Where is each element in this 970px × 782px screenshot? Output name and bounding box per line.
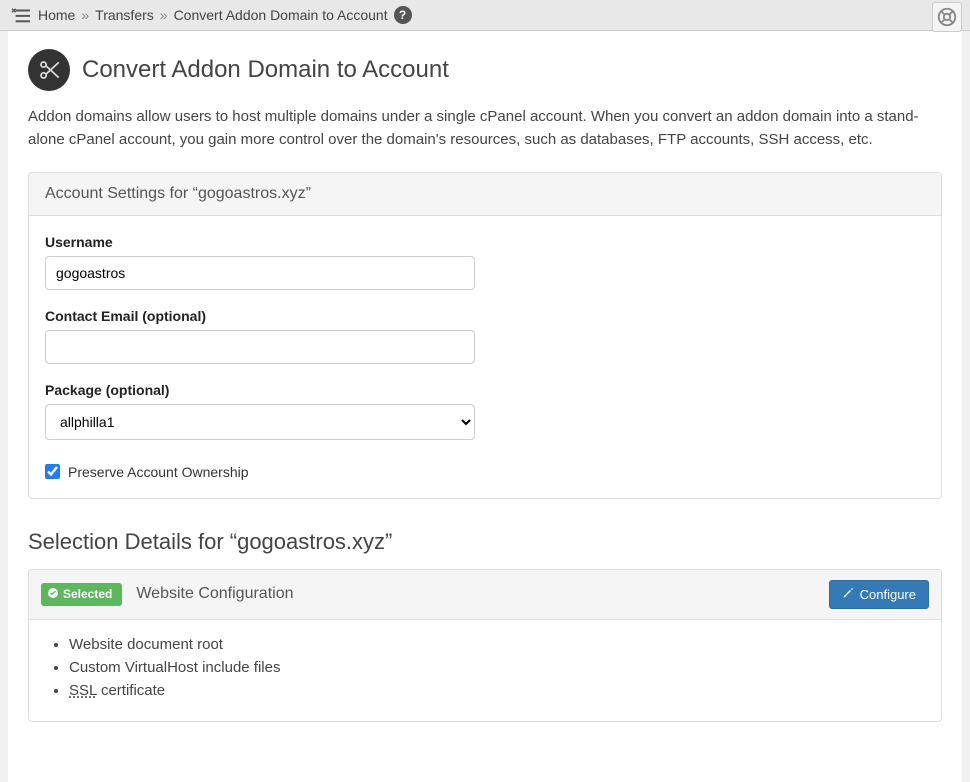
list-item: SSL certificate	[69, 682, 925, 699]
help-icon[interactable]: ?	[394, 6, 412, 24]
breadcrumb-sep: »	[160, 7, 168, 23]
website-config-title: Website Configuration	[136, 585, 293, 603]
check-icon	[47, 587, 59, 602]
selection-heading: Selection Details for “gogoastros.xyz”	[28, 529, 942, 555]
username-input[interactable]	[45, 256, 475, 290]
scissors-icon	[28, 49, 70, 91]
package-label: Package (optional)	[45, 382, 925, 398]
selection-list: Website document root Custom VirtualHost…	[29, 620, 941, 721]
account-settings-header: Account Settings for “gogoastros.xyz”	[29, 173, 941, 216]
preserve-ownership-row: Preserve Account Ownership	[45, 458, 925, 480]
breadcrumb-transfers[interactable]: Transfers	[95, 7, 154, 23]
preserve-ownership-checkbox[interactable]	[45, 464, 60, 479]
breadcrumb-home[interactable]: Home	[38, 7, 75, 23]
selection-panel: Selected Website Configuration Configure…	[28, 569, 942, 722]
email-group: Contact Email (optional)	[45, 308, 925, 364]
package-group: Package (optional) allphilla1	[45, 382, 925, 440]
package-select[interactable]: allphilla1	[45, 404, 475, 440]
pencil-icon	[842, 587, 854, 602]
selected-badge: Selected	[41, 583, 122, 606]
breadcrumb-current: Convert Addon Domain to Account	[174, 7, 388, 23]
selection-panel-header: Selected Website Configuration Configure	[29, 570, 941, 620]
page-title-row: Convert Addon Domain to Account	[28, 49, 942, 91]
email-label: Contact Email (optional)	[45, 308, 925, 324]
list-item: Custom VirtualHost include files	[69, 659, 925, 676]
support-icon[interactable]	[932, 2, 962, 32]
menu-icon[interactable]	[10, 6, 32, 24]
username-group: Username	[45, 234, 925, 290]
account-settings-panel: Account Settings for “gogoastros.xyz” Us…	[28, 172, 942, 499]
configure-button-label: Configure	[860, 587, 916, 602]
account-settings-body: Username Contact Email (optional) Packag…	[29, 216, 941, 498]
page-body: Convert Addon Domain to Account Addon do…	[8, 31, 962, 782]
username-label: Username	[45, 234, 925, 250]
breadcrumb-sep: »	[81, 7, 89, 23]
intro-text: Addon domains allow users to host multip…	[28, 105, 942, 152]
ssl-rest: certificate	[97, 682, 165, 699]
list-item: Website document root	[69, 636, 925, 653]
email-input[interactable]	[45, 330, 475, 364]
configure-button[interactable]: Configure	[829, 580, 929, 609]
breadcrumb: Home » Transfers » Convert Addon Domain …	[38, 6, 412, 24]
preserve-ownership-label: Preserve Account Ownership	[68, 464, 249, 480]
selected-badge-label: Selected	[63, 587, 112, 601]
ssl-abbr: SSL	[69, 682, 97, 699]
topbar: Home » Transfers » Convert Addon Domain …	[0, 0, 970, 31]
page-title: Convert Addon Domain to Account	[82, 56, 449, 84]
